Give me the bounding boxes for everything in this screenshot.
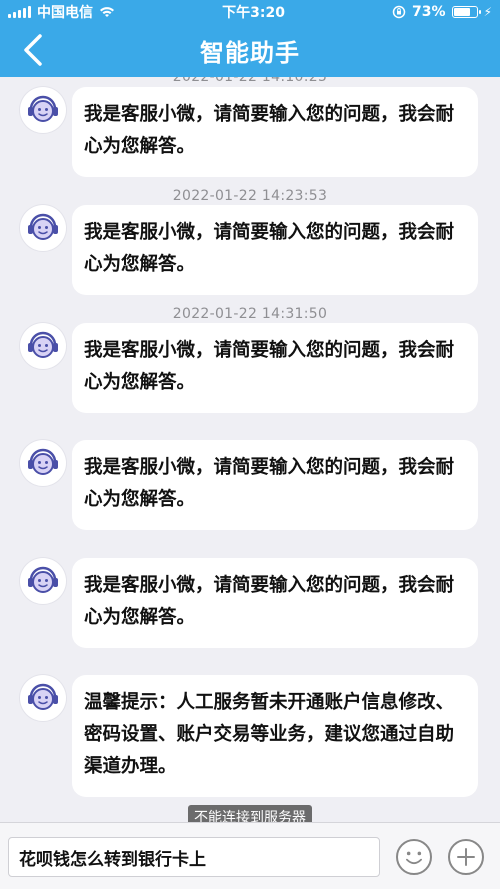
message-bubble: 我是客服小微，请简要输入您的问题，我会耐心为您解答。 [72,205,478,295]
message-bubble: 我是客服小微，请简要输入您的问题，我会耐心为您解答。 [72,440,478,530]
message-timestamp: 2022-01-22 14:31:50 [172,306,328,322]
bot-avatar-icon [20,205,66,251]
bot-avatar-icon [20,440,66,486]
carrier-label: 中国电信 [37,5,93,21]
chat-message: 我是客服小微，请简要输入您的问题，我会耐心为您解答。 [20,440,480,530]
page-title: 智能助手 [200,39,300,67]
message-input[interactable] [8,837,380,877]
message-timestamp: 2022-01-22 14:23:53 [172,188,328,204]
message-bubble: 我是客服小微，请简要输入您的问题，我会耐心为您解答。 [72,323,478,413]
signal-icon [8,6,31,18]
bot-avatar-icon [20,675,66,721]
chat-message: 温馨提示：人工服务暂未开通账户信息修改、密码设置、账户交易等业务，建议您通过自助… [20,675,480,797]
bot-avatar-icon [20,87,66,133]
orientation-lock-icon [392,5,406,19]
input-bar [0,822,500,889]
bot-avatar-icon [20,558,66,604]
battery-percent: 73% [412,4,446,20]
back-button[interactable] [16,32,52,68]
emoji-icon[interactable] [396,839,432,875]
message-bubble: 温馨提示：人工服务暂未开通账户信息修改、密码设置、账户交易等业务，建议您通过自助… [72,675,478,797]
chat-message: 我是客服小微，请简要输入您的问题，我会耐心为您解答。 [20,205,480,295]
battery-icon [451,6,481,18]
message-bubble: 我是客服小微，请简要输入您的问题，我会耐心为您解答。 [72,87,478,177]
chat-message: 我是客服小微，请简要输入您的问题，我会耐心为您解答。 [20,558,480,648]
nav-header: 智能助手 [0,24,500,77]
status-bar: 中国电信 下午3:20 73% ⚡ [0,0,500,24]
message-bubble: 我是客服小微，请简要输入您的问题，我会耐心为您解答。 [72,558,478,648]
charging-icon: ⚡ [483,5,492,19]
connection-error-text: 不能连接到服务器 [188,805,312,822]
status-time: 下午3:20 [222,5,285,21]
message-timestamp: 2022-01-22 14:10:25 [172,77,328,85]
bot-avatar-icon [20,323,66,369]
wifi-icon [100,7,114,17]
chat-area[interactable]: 2022-01-22 14:10:25 我是客服小微，请简要输入您的问题，我会耐… [0,77,500,822]
plus-icon[interactable] [448,839,484,875]
connection-error-banner: 不能连接到服务器 [0,805,500,822]
chat-message: 我是客服小微，请简要输入您的问题，我会耐心为您解答。 [20,87,480,177]
top-bar: 中国电信 下午3:20 73% ⚡ 智能助手 [0,0,500,77]
chat-message: 我是客服小微，请简要输入您的问题，我会耐心为您解答。 [20,323,480,413]
